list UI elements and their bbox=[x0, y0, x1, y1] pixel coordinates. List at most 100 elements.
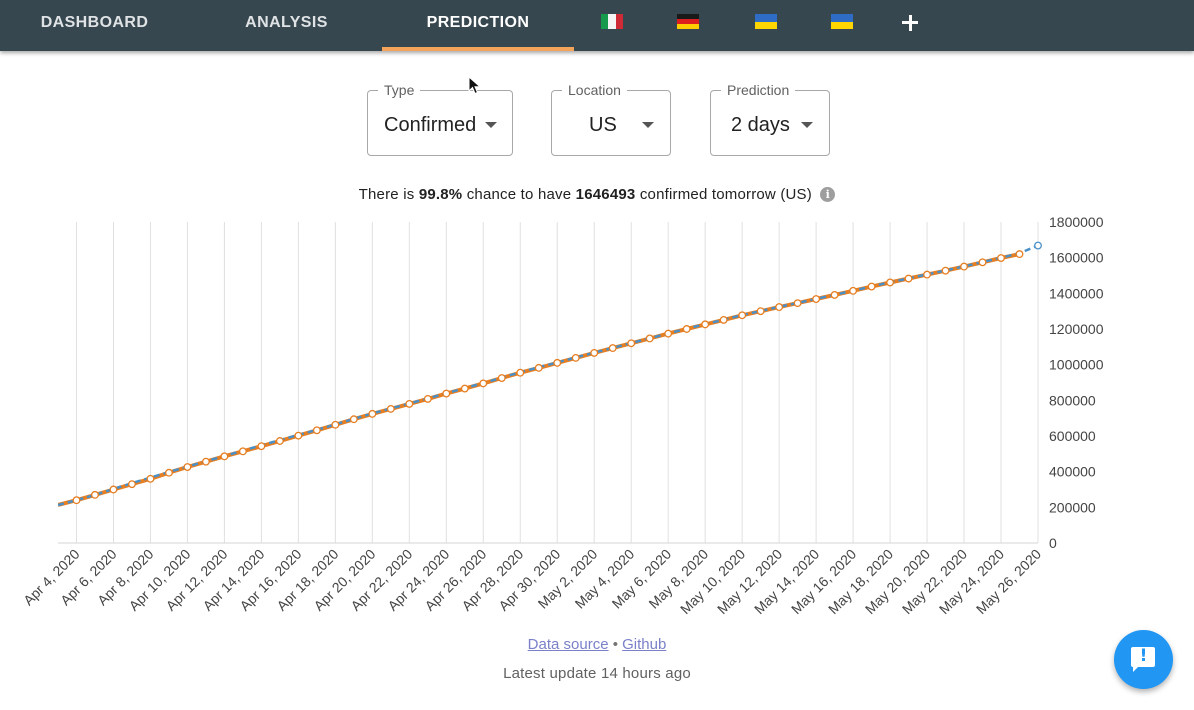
link-separator: • bbox=[612, 636, 618, 653]
dropdown-arrow-icon bbox=[485, 122, 497, 128]
data-point bbox=[645, 334, 654, 343]
data-point bbox=[793, 299, 802, 308]
data-point bbox=[220, 452, 229, 461]
data-point bbox=[738, 311, 747, 320]
plus-icon[interactable] bbox=[897, 8, 923, 38]
data-point bbox=[812, 295, 821, 303]
tab-prediction[interactable]: PREDICTION bbox=[382, 0, 574, 48]
data-point bbox=[460, 384, 469, 393]
summary-suffix: confirmed tomorrow (US) bbox=[639, 186, 812, 203]
summary-prefix: There is bbox=[358, 186, 415, 203]
y-tick-label: 1400000 bbox=[1049, 285, 1104, 301]
mouse-pointer-icon bbox=[468, 76, 482, 95]
prediction-select-label: Prediction bbox=[721, 81, 796, 99]
data-point bbox=[960, 262, 968, 271]
top-nav-bar: DASHBOARD ANALYSIS PREDICTION bbox=[0, 0, 1194, 51]
type-select-label: Type bbox=[378, 81, 421, 99]
data-point bbox=[664, 329, 673, 338]
data-point bbox=[904, 274, 913, 283]
prediction-select-value: 2 days bbox=[731, 114, 790, 136]
data-point bbox=[183, 463, 192, 471]
data-point bbox=[534, 363, 543, 372]
tab-dashboard[interactable]: DASHBOARD bbox=[22, 0, 167, 48]
data-point bbox=[701, 320, 710, 329]
dropdown-arrow-icon bbox=[642, 122, 654, 128]
data-point bbox=[294, 431, 303, 440]
y-tick-label: 1200000 bbox=[1049, 321, 1104, 337]
tab-analysis[interactable]: ANALYSIS bbox=[223, 0, 350, 48]
data-point bbox=[405, 399, 414, 408]
data-point bbox=[91, 490, 99, 499]
data-point bbox=[553, 358, 562, 367]
data-point bbox=[608, 344, 617, 353]
data-point bbox=[719, 315, 728, 324]
data-point bbox=[201, 457, 210, 466]
data-point bbox=[923, 270, 932, 279]
germany-flag-icon[interactable] bbox=[677, 14, 699, 29]
data-point bbox=[238, 447, 247, 456]
data-point bbox=[590, 348, 599, 357]
data-point bbox=[312, 426, 321, 435]
data-point bbox=[109, 485, 118, 494]
data-point bbox=[442, 389, 451, 398]
data-point bbox=[886, 278, 895, 287]
y-tick-label: 600000 bbox=[1049, 428, 1096, 444]
prediction-select[interactable]: Prediction 2 days bbox=[710, 81, 830, 156]
prediction-chart: 1800000 1600000 1400000 1200000 1000000 80000… bbox=[20, 214, 1104, 617]
y-tick-label: 1800000 bbox=[1049, 214, 1104, 230]
y-tick-label: 200000 bbox=[1049, 499, 1096, 515]
data-point bbox=[978, 258, 987, 267]
ukraine-flag-icon[interactable] bbox=[755, 14, 777, 29]
data-point bbox=[164, 468, 173, 477]
prediction-summary: There is 99.8% chance to have 1646493 co… bbox=[0, 186, 1194, 203]
data-point bbox=[756, 307, 765, 316]
data-point bbox=[571, 353, 580, 362]
predicted-count: 1646493 bbox=[575, 186, 636, 203]
info-icon[interactable]: i bbox=[820, 187, 836, 202]
data-point bbox=[849, 286, 858, 295]
summary-middle: chance to have bbox=[466, 186, 572, 203]
y-tick-label: 400000 bbox=[1049, 464, 1096, 480]
y-tick-label: 1600000 bbox=[1049, 250, 1104, 266]
data-point bbox=[941, 266, 950, 275]
feedback-button[interactable]: ! bbox=[1114, 630, 1173, 689]
type-select[interactable]: Type Confirmed bbox=[367, 81, 513, 156]
data-point bbox=[682, 325, 691, 333]
footer-links: Data source • Github bbox=[0, 636, 1194, 653]
italy-flag-icon[interactable] bbox=[601, 14, 623, 29]
x-tick-label: May 26, 2020 bbox=[973, 546, 1044, 617]
data-point bbox=[331, 420, 340, 429]
location-select-label: Location bbox=[562, 81, 627, 99]
data-point bbox=[349, 415, 358, 424]
location-select-value: US bbox=[589, 114, 617, 136]
data-point bbox=[997, 254, 1005, 262]
data-point bbox=[72, 496, 81, 505]
data-point bbox=[146, 474, 155, 483]
data-point bbox=[830, 290, 839, 299]
data-point bbox=[775, 303, 784, 312]
location-select[interactable]: Location US bbox=[551, 81, 671, 156]
chance-value: 99.8% bbox=[418, 186, 463, 203]
data-point bbox=[1015, 250, 1024, 259]
y-tick-label: 800000 bbox=[1049, 392, 1096, 408]
data-point bbox=[423, 394, 432, 403]
data-point bbox=[627, 339, 636, 348]
github-link[interactable]: Github bbox=[622, 636, 666, 653]
data-point bbox=[257, 442, 266, 451]
data-point bbox=[275, 437, 284, 445]
data-point bbox=[368, 409, 377, 418]
data-point bbox=[128, 480, 136, 489]
prediction-point bbox=[1034, 241, 1042, 250]
latest-update-text: Latest update 14 hours ago bbox=[503, 665, 691, 682]
data-source-link[interactable]: Data source bbox=[528, 636, 609, 653]
dropdown-arrow-icon bbox=[801, 122, 813, 128]
data-point bbox=[516, 368, 525, 377]
ukraine-flag-icon[interactable] bbox=[831, 14, 853, 29]
data-point bbox=[867, 282, 876, 291]
data-point bbox=[497, 374, 506, 382]
active-tab-indicator bbox=[382, 47, 574, 51]
type-select-value: Confirmed bbox=[384, 114, 477, 136]
y-tick-label: 1000000 bbox=[1049, 357, 1104, 373]
confirmed-line bbox=[58, 252, 1020, 507]
y-tick-label: 0 bbox=[1049, 535, 1057, 551]
